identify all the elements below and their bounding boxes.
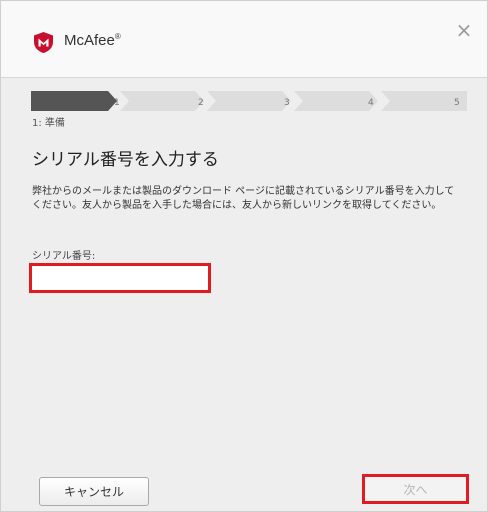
title-bar: McAfee® × bbox=[1, 1, 487, 78]
close-icon[interactable]: × bbox=[453, 19, 475, 41]
step-5-label: 5 bbox=[454, 98, 460, 108]
serial-number-label: シリアル番号: bbox=[32, 251, 96, 262]
step-caption: 1: 準備 bbox=[32, 118, 65, 129]
step-1-segment bbox=[31, 91, 117, 111]
step-3-label: 3 bbox=[284, 98, 290, 108]
brand-name: McAfee® bbox=[64, 32, 121, 49]
next-button[interactable]: 次へ bbox=[362, 474, 469, 504]
step-2-segment bbox=[120, 91, 204, 111]
installer-window: McAfee® × 1 2 3 4 5 1: 準備 シリアル番号を入力する 弊社… bbox=[0, 0, 488, 512]
step-1-label: 1 bbox=[114, 98, 120, 108]
progress-stepper: 1 2 3 4 5 bbox=[31, 91, 467, 111]
instructions-text: 弊社からのメールまたは製品のダウンロード ページに記載されているシリアル番号を入… bbox=[32, 186, 455, 211]
cancel-button[interactable]: キャンセル bbox=[39, 477, 149, 506]
step-3-segment bbox=[207, 91, 291, 111]
step-2-label: 2 bbox=[198, 98, 204, 108]
serial-number-input[interactable] bbox=[29, 263, 211, 293]
mcafee-logo-icon bbox=[32, 31, 55, 54]
step-4-label: 4 bbox=[368, 98, 374, 108]
step-4-segment bbox=[294, 91, 378, 111]
page-title: シリアル番号を入力する bbox=[32, 150, 219, 170]
